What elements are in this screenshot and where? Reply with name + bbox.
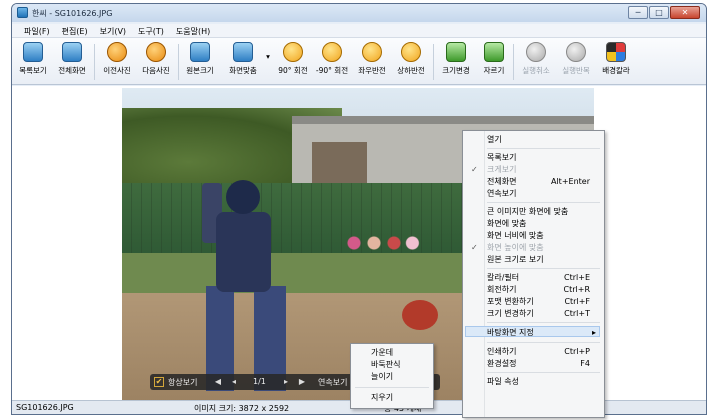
original-size-button[interactable]: 원본크기 <box>181 42 219 82</box>
menu-fit-height[interactable]: ✓ 화면 높이에 맞춤 <box>471 242 600 253</box>
resize-button[interactable]: 크기변경 <box>437 42 475 82</box>
check-icon: ✓ <box>471 243 478 252</box>
prev-icon: ◂ <box>231 377 236 386</box>
menu-list-view[interactable]: 목록보기 <box>487 152 600 163</box>
fullscreen-icon <box>62 42 82 62</box>
list-view-icon <box>23 42 43 62</box>
flip-horizontal-button[interactable]: 좌우반전 <box>353 42 391 82</box>
submenu-center[interactable]: 가운데 <box>371 347 393 358</box>
menu-fullscreen[interactable]: 전체화면 Alt+Enter <box>487 176 600 187</box>
check-icon: ✓ <box>471 165 478 174</box>
dropdown-arrow-icon: ▾ <box>266 52 270 61</box>
fullscreen-button[interactable]: 전체화면 <box>53 42 91 82</box>
crop-button[interactable]: 자르기 <box>478 42 510 82</box>
toolbar-separator <box>513 44 514 80</box>
flip-horizontal-icon <box>362 42 382 62</box>
menu-slideshow[interactable]: 연속보기 <box>487 188 600 199</box>
menu-open[interactable]: 열기 <box>487 134 600 145</box>
menu-resize[interactable]: 크기 변경하기 Ctrl+T <box>487 308 600 319</box>
rotate-right-icon <box>283 42 303 62</box>
crop-icon <box>484 42 504 62</box>
first-icon: ◀ <box>214 377 222 386</box>
resize-icon <box>446 42 466 62</box>
submenu-remove[interactable]: 지우기 <box>371 392 393 403</box>
maximize-button[interactable]: □ <box>649 6 669 19</box>
redo-button[interactable]: 실행반복 <box>557 42 595 82</box>
menu-properties[interactable]: 파일 속성 <box>487 376 600 387</box>
menu-wallpaper[interactable]: 바탕화면 지정 ▸ <box>465 326 600 337</box>
fit-screen-icon <box>233 42 253 62</box>
first-page-button[interactable]: ◀ <box>212 376 224 388</box>
close-button[interactable]: ✕ <box>670 6 700 19</box>
rotate-minus-90-button[interactable]: -90° 회전 <box>313 42 351 82</box>
menu-format-convert[interactable]: 포맷 변환하기 Ctrl+F <box>487 296 600 307</box>
toolbar-separator <box>178 44 179 80</box>
menu-fit-large[interactable]: 큰 이미지만 화면에 맞춤 <box>487 206 600 217</box>
undo-button[interactable]: 실행취소 <box>517 42 555 82</box>
continuous-view-button[interactable]: 연속보기 <box>318 377 347 388</box>
menu-fit-width[interactable]: 화면 너비에 맞춤 <box>487 230 600 241</box>
window-title: 한씨 - SG101626.JPG <box>32 9 113 18</box>
menu-rotate[interactable]: 회전하기 Ctrl+R <box>487 284 600 295</box>
menu-settings[interactable]: 환경설정 F4 <box>487 358 600 369</box>
wallpaper-submenu: 가운데 바둑판식 늘이기 지우기 <box>350 343 434 409</box>
prev-page-button[interactable]: ◂ <box>228 376 240 388</box>
always-show-label: 항상보기 <box>168 378 198 387</box>
toolbar: 목록보기 전체화면 이전사진 다음사진 원본크기 화면맞춤 ▾ 90° 회전 -… <box>12 38 706 85</box>
submenu-arrow-icon: ▸ <box>591 328 596 337</box>
minimize-button[interactable]: ─ <box>628 6 648 19</box>
original-size-icon <box>190 42 210 62</box>
next-arrow-icon <box>146 42 166 62</box>
title-bar[interactable]: 한씨 - SG101626.JPG ─ □ ✕ <box>12 4 706 22</box>
menu-edit[interactable]: 편집(E) <box>56 24 94 37</box>
flip-vertical-icon <box>401 42 421 62</box>
toolbar-separator <box>94 44 95 80</box>
status-filename: SG101626.JPG <box>16 403 74 412</box>
status-image-size: 이미지 크기: 3872 x 2592 <box>194 404 290 413</box>
last-page-button[interactable]: ▶ <box>296 376 308 388</box>
previous-arrow-icon <box>107 42 127 62</box>
last-icon: ▶ <box>298 377 306 386</box>
context-menu: 열기 목록보기 ✓ 크게보기 전체화면 Alt+Enter 연속보기 큰 이미지만 … <box>462 130 605 418</box>
next-photo-button[interactable]: 다음사진 <box>137 42 175 82</box>
menu-tools[interactable]: 도구(T) <box>132 24 170 37</box>
undo-icon <box>526 42 546 62</box>
menu-fit-screen[interactable]: 화면에 맞춤 <box>487 218 600 229</box>
menu-bar: 파일(F) 편집(E) 보기(V) 도구(T) 도움말(H) <box>12 24 706 38</box>
always-show-checkbox[interactable]: ✔ <box>154 377 164 387</box>
rotate-90-button[interactable]: 90° 회전 <box>274 42 312 82</box>
background-color-icon <box>606 42 626 62</box>
submenu-stretch[interactable]: 늘이기 <box>371 371 393 382</box>
menu-help[interactable]: 도움말(H) <box>170 24 216 37</box>
next-page-button[interactable]: ▸ <box>280 376 292 388</box>
next-icon: ▸ <box>283 377 288 386</box>
list-view-button[interactable]: 목록보기 <box>15 42 51 82</box>
background-color-button[interactable]: 배경칼라 <box>597 42 635 82</box>
fit-screen-button[interactable]: 화면맞춤 <box>222 42 264 82</box>
redo-icon <box>566 42 586 62</box>
menu-view[interactable]: 보기(V) <box>94 24 132 37</box>
toolbar-separator <box>433 44 434 80</box>
menu-file[interactable]: 파일(F) <box>18 24 56 37</box>
menu-color-filter[interactable]: 칼라/필터 Ctrl+E <box>487 272 600 283</box>
flip-vertical-button[interactable]: 상하반전 <box>392 42 430 82</box>
menu-big-view[interactable]: ✓ 크게보기 <box>471 164 600 175</box>
menu-print[interactable]: 인쇄하기 Ctrl+P <box>487 346 600 357</box>
submenu-tile[interactable]: 바둑판식 <box>371 359 400 370</box>
previous-photo-button[interactable]: 이전사진 <box>98 42 136 82</box>
menu-original-size[interactable]: 원본 크기로 보기 <box>487 254 600 265</box>
rotate-left-icon <box>322 42 342 62</box>
app-icon <box>17 7 28 18</box>
page-indicator: 1/1 <box>253 377 266 386</box>
